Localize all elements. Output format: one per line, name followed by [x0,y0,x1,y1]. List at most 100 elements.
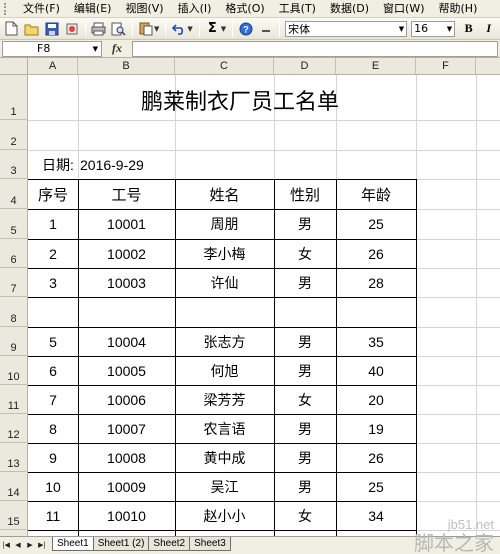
table-cell[interactable]: 女 [274,501,336,530]
table-cell[interactable]: 10007 [78,414,175,443]
table-cell[interactable]: 农言语 [175,414,274,443]
table-header-cell[interactable]: 年龄 [336,179,416,209]
font-name-select[interactable]: 宋体 ▼ [285,20,408,37]
table-cell[interactable]: 10008 [78,443,175,472]
column-header-f[interactable]: F [416,58,476,75]
table-cell[interactable] [336,297,416,327]
table-cell[interactable]: 10009 [78,472,175,501]
table-cell[interactable]: 34 [336,501,416,530]
row-header[interactable]: 4 [0,179,28,209]
chevron-down-icon[interactable]: ▼ [447,25,452,33]
tab-sheet1[interactable]: Sheet1 [52,537,94,551]
table-cell[interactable]: 7 [28,385,78,414]
table-cell[interactable]: 李小梅 [175,239,274,268]
table-cell[interactable]: 35 [336,327,416,356]
menu-insert[interactable]: 插入(I) [171,0,219,18]
row-header[interactable]: 13 [0,443,28,472]
undo-button[interactable] [169,20,188,38]
table-cell[interactable]: 男 [274,443,336,472]
sheet-title[interactable]: 鹏莱制衣厂员工名单 [28,75,416,120]
row-header[interactable]: 14 [0,472,28,501]
table-cell[interactable]: 许仙 [175,268,274,297]
table-cell[interactable]: 26 [336,239,416,268]
table-cell[interactable]: 男 [274,268,336,297]
table-cell[interactable]: 男 [274,327,336,356]
row-header[interactable]: 15 [0,501,28,530]
table-cell[interactable]: 25 [336,209,416,239]
table-cell[interactable]: 10010 [78,501,175,530]
table-cell[interactable]: 赵小小 [175,501,274,530]
formula-input[interactable] [132,40,498,57]
name-box[interactable]: F8 ▼ [2,40,102,57]
date-value[interactable]: 2016-9-29 [80,150,177,179]
table-cell[interactable]: 40 [336,356,416,385]
table-cell[interactable]: 男 [274,356,336,385]
table-cell[interactable]: 男 [274,472,336,501]
table-cell[interactable]: 8 [28,414,78,443]
table-cell[interactable]: 梁芳芳 [175,385,274,414]
table-cell[interactable]: 黄中成 [175,443,274,472]
menu-tools[interactable]: 工具(T) [272,0,323,18]
chevron-down-icon[interactable]: ▼ [221,25,226,33]
table-header-cell[interactable]: 序号 [28,179,78,209]
chevron-down-icon[interactable]: ▼ [399,25,404,33]
menu-edit[interactable]: 编辑(E) [67,0,119,18]
table-cell[interactable]: 10 [28,472,78,501]
table-cell[interactable]: 5 [28,327,78,356]
tab-sheet1-copy[interactable]: Sheet1 (2) [92,537,150,551]
row-header[interactable]: 12 [0,414,28,443]
table-cell[interactable]: 3 [28,268,78,297]
menu-help[interactable]: 帮助(H) [432,0,485,18]
table-cell[interactable]: 10006 [78,385,175,414]
table-cell[interactable]: 11 [28,501,78,530]
font-size-select[interactable]: 16 ▼ [411,20,456,37]
table-cell[interactable]: 何旭 [175,356,274,385]
table-cell[interactable]: 19 [336,414,416,443]
row-header[interactable]: 11 [0,385,28,414]
worksheet-grid[interactable]: ABCDEF12345678910111213141516鹏莱制衣厂员工名单日期… [0,58,500,536]
table-cell[interactable]: 2 [28,239,78,268]
new-document-button[interactable] [2,20,21,38]
table-cell[interactable]: 女 [274,239,336,268]
first-sheet-icon[interactable]: |◀ [0,537,12,553]
table-cell[interactable]: 周朋 [175,209,274,239]
table-cell[interactable]: 男 [274,209,336,239]
table-header-cell[interactable]: 工号 [78,179,175,209]
menu-format[interactable]: 格式(O) [218,0,271,18]
bold-button[interactable]: B [459,20,478,38]
table-cell[interactable] [28,297,78,327]
save-button[interactable] [42,20,61,38]
table-cell[interactable]: 吴江 [175,472,274,501]
table-cell[interactable]: 张志方 [175,327,274,356]
row-header[interactable]: 1 [0,75,28,120]
row-header[interactable]: 9 [0,327,28,356]
table-cell[interactable] [175,297,274,327]
tab-sheet2[interactable]: Sheet2 [148,537,191,551]
menu-view[interactable]: 视图(V) [118,0,170,18]
open-button[interactable] [22,20,41,38]
table-cell[interactable]: 男 [274,414,336,443]
menu-window[interactable]: 窗口(W) [376,0,431,18]
row-header[interactable]: 3 [0,150,28,179]
table-header-cell[interactable]: 性别 [274,179,336,209]
table-cell[interactable]: 20 [336,385,416,414]
table-cell[interactable]: 26 [336,443,416,472]
table-cell[interactable]: 10005 [78,356,175,385]
table-header-cell[interactable]: 姓名 [175,179,274,209]
autosum-button[interactable]: Σ [203,20,222,38]
column-header-b[interactable]: B [78,58,175,75]
column-header-a[interactable]: A [28,58,78,75]
next-sheet-icon[interactable]: ▶ [24,537,36,553]
row-header[interactable]: 5 [0,209,28,239]
table-cell[interactable]: 25 [336,472,416,501]
print-preview-button[interactable] [109,20,128,38]
italic-button[interactable]: I [479,20,498,38]
last-sheet-icon[interactable]: ▶| [36,537,48,553]
table-cell[interactable] [78,297,175,327]
table-cell[interactable]: 9 [28,443,78,472]
tab-sheet3[interactable]: Sheet3 [189,537,231,551]
print-button[interactable] [89,20,108,38]
column-header-d[interactable]: D [274,58,336,75]
select-all-corner[interactable] [0,58,28,75]
permission-button[interactable] [62,20,81,38]
